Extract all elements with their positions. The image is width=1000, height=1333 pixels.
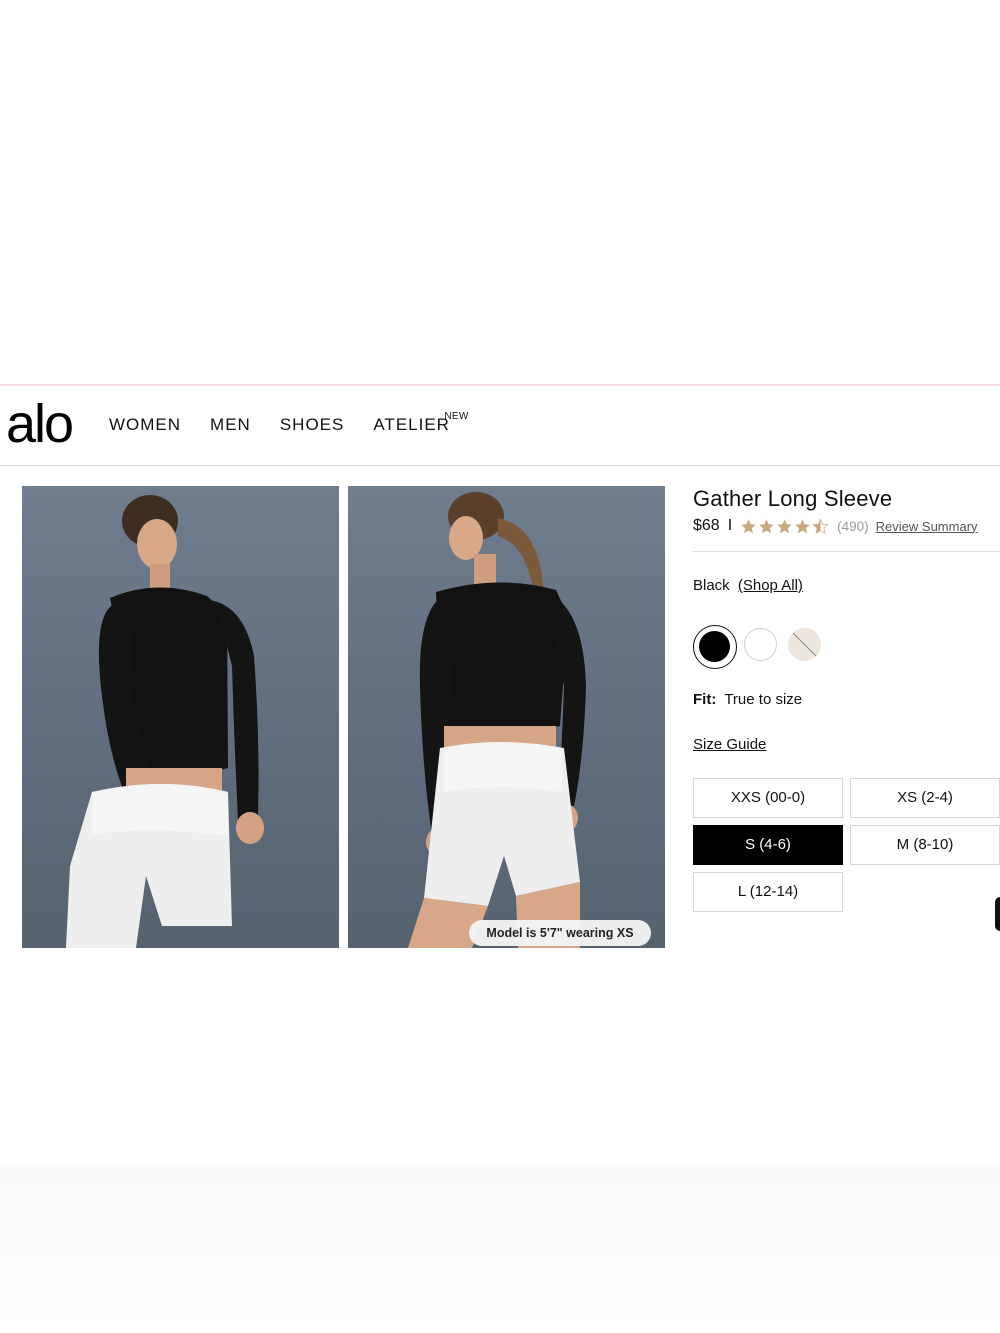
- main-nav: WOMEN MEN SHOES ATELIER NEW: [109, 411, 479, 435]
- nav-item-shoes[interactable]: SHOES: [280, 415, 345, 435]
- swatch-white[interactable]: [744, 628, 777, 661]
- size-option-s[interactable]: S (4-6): [693, 825, 843, 865]
- model-front-illustration: [66, 495, 264, 948]
- nav-item-men[interactable]: MEN: [210, 415, 251, 435]
- chat-widget-button[interactable]: [995, 897, 1000, 931]
- nav-label: SHOES: [279, 415, 345, 434]
- fit-label: Fit:: [693, 691, 717, 708]
- model-back-illustration: [408, 492, 586, 948]
- alo-logo[interactable]: alo: [6, 392, 74, 456]
- header-divider: [0, 465, 1000, 466]
- rating-stars[interactable]: [740, 518, 830, 535]
- half-star-icon: [812, 518, 829, 534]
- shop-all-link[interactable]: (Shop All): [738, 577, 803, 594]
- product-title: Gather Long Sleeve: [693, 486, 893, 511]
- swatch-black-fill: [699, 631, 730, 662]
- product-image-back[interactable]: [348, 486, 665, 948]
- nav-label: MEN: [210, 415, 251, 434]
- fit-value: True to size: [724, 691, 803, 708]
- selected-color-name: Black: [693, 577, 730, 594]
- price-rating-row: $68 I (490) Review Summary: [693, 517, 978, 535]
- fit-info: Fit: True to size: [693, 691, 802, 708]
- nav-item-atelier[interactable]: ATELIER NEW: [373, 411, 468, 435]
- unavailable-slash-icon: [792, 632, 817, 657]
- star-icon: [777, 518, 792, 533]
- product-image-front[interactable]: [22, 486, 339, 948]
- price-separator: I: [727, 517, 733, 534]
- size-option-xxs[interactable]: XXS (00-0): [693, 778, 843, 818]
- new-badge: NEW: [444, 411, 469, 422]
- star-icon: [759, 518, 774, 533]
- size-option-l[interactable]: L (12-14): [693, 872, 843, 912]
- star-icon: [795, 518, 810, 533]
- swatch-ivory[interactable]: [788, 628, 821, 661]
- color-label-row: Black (Shop All): [693, 577, 803, 594]
- star-icon: [741, 518, 756, 533]
- info-divider: [693, 551, 1000, 552]
- model-size-caption: Model is 5'7" wearing XS: [469, 920, 651, 946]
- nav-item-women[interactable]: WOMEN: [109, 415, 181, 435]
- size-guide-link[interactable]: Size Guide: [693, 736, 766, 753]
- review-summary-link[interactable]: Review Summary: [876, 519, 978, 534]
- site-header: alo WOMEN MEN SHOES ATELIER NEW: [0, 386, 1000, 465]
- review-count: (490): [837, 518, 869, 534]
- size-option-xs[interactable]: XS (2-4): [850, 778, 1000, 818]
- nav-label: ATELIER: [373, 415, 450, 434]
- size-option-m[interactable]: M (8-10): [850, 825, 1000, 865]
- nav-label: WOMEN: [109, 415, 182, 434]
- product-price: $68: [693, 517, 720, 534]
- bottom-fade: [0, 1165, 1000, 1333]
- swatch-black[interactable]: [693, 625, 737, 669]
